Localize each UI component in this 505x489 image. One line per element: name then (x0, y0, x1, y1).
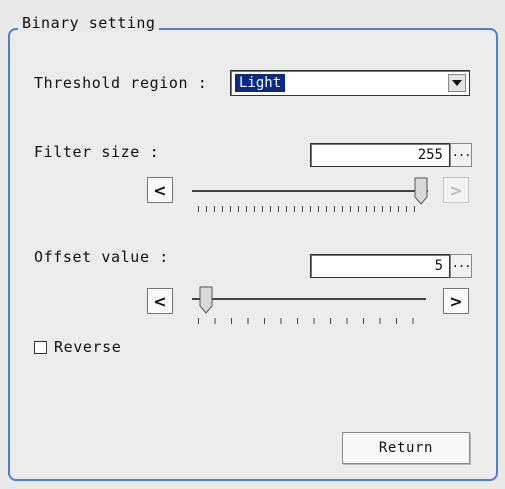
offset-value-label: Offset value : (34, 248, 169, 266)
filter-size-slider-ticks (198, 206, 421, 212)
offset-value-slider-track[interactable] (192, 298, 426, 300)
threshold-region-select[interactable]: Light (230, 70, 470, 96)
offset-value-increase-button[interactable]: > (443, 288, 469, 314)
return-button[interactable]: Return (342, 432, 470, 464)
filter-size-increase-button[interactable]: > (443, 177, 469, 203)
filter-size-slider-track[interactable] (192, 190, 428, 192)
group-title: Binary setting (18, 14, 160, 32)
filter-size-more-button[interactable]: ... (450, 143, 472, 167)
reverse-checkbox[interactable] (34, 341, 47, 354)
offset-value-decrease-button[interactable]: < (147, 288, 173, 314)
filter-size-decrease-button[interactable]: < (147, 177, 173, 203)
offset-value-more-button[interactable]: ... (450, 254, 472, 278)
threshold-region-label: Threshold region : (34, 74, 208, 92)
filter-size-input[interactable]: 255 (310, 143, 450, 167)
reverse-label: Reverse (54, 338, 122, 356)
threshold-region-value: Light (235, 74, 286, 92)
offset-value-slider-ticks (198, 318, 421, 324)
filter-size-slider-thumb[interactable] (414, 177, 428, 205)
offset-value-input[interactable]: 5 (310, 254, 450, 278)
filter-size-label: Filter size : (34, 143, 160, 161)
dropdown-arrow-icon[interactable] (448, 74, 466, 92)
offset-value-slider-thumb[interactable] (199, 286, 213, 314)
